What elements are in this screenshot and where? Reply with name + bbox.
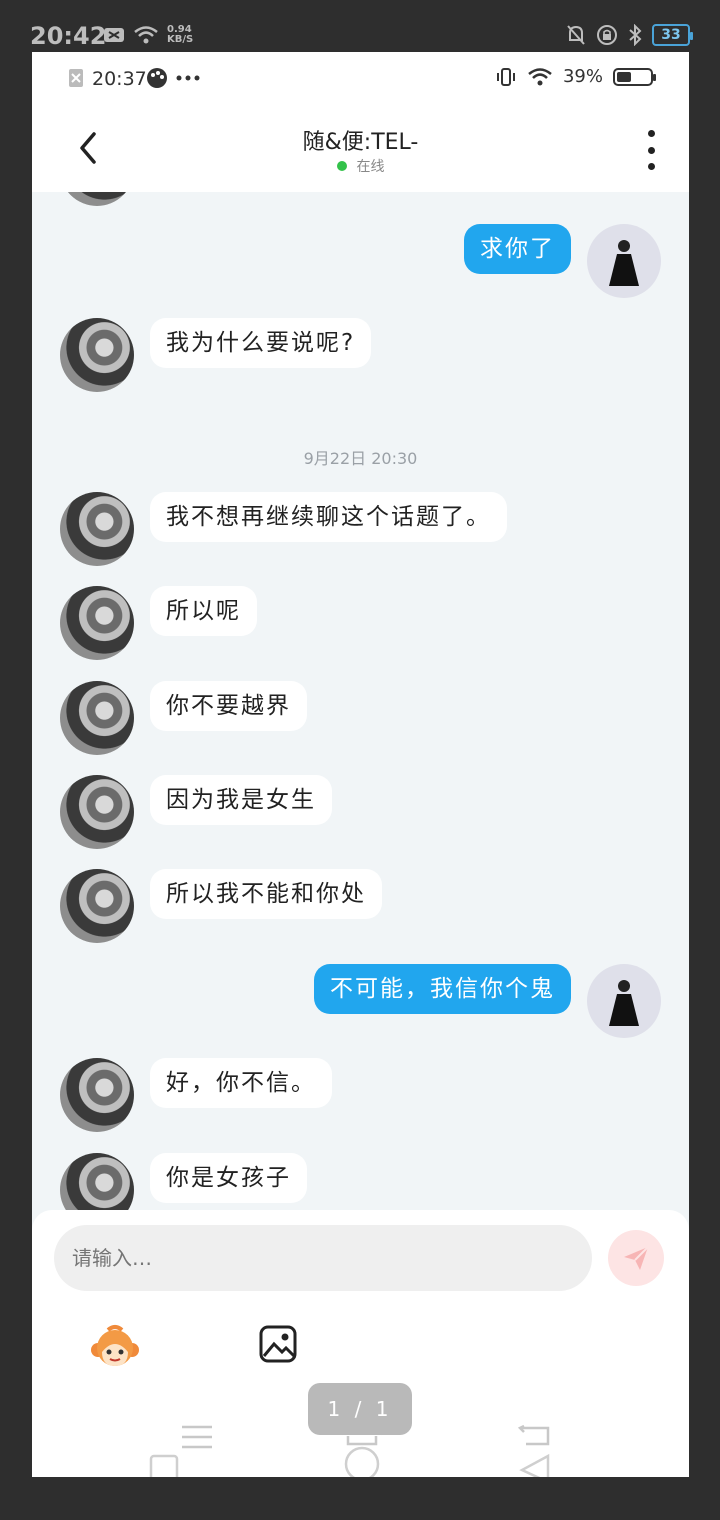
online-dot-icon xyxy=(336,161,347,171)
page-indicator: 1 / 1 xyxy=(308,1383,412,1435)
bluetooth-icon xyxy=(629,24,642,46)
outer-status-bar: 20:42 0.94 KB/S 33 xyxy=(0,0,720,52)
wifi-icon xyxy=(134,26,158,44)
palette-icon xyxy=(147,68,167,88)
vibrate-icon xyxy=(496,67,515,86)
inner-left-icons xyxy=(68,68,84,88)
message-timestamp: 9月22日 20:30 xyxy=(303,449,418,468)
back-nav-button[interactable] xyxy=(516,1424,552,1477)
avatar[interactable] xyxy=(587,224,661,298)
outer-right-icons: 33 xyxy=(566,24,693,46)
message-bubble-received[interactable]: 你是女孩子 xyxy=(150,1153,307,1203)
avatar[interactable] xyxy=(60,192,134,206)
message-bubble-sent[interactable]: 求你了 xyxy=(464,224,571,274)
battery-icon xyxy=(613,67,656,86)
message-bubble-received[interactable]: 我不想再继续聊这个话题了。 xyxy=(150,492,507,542)
message-bubble-received[interactable]: 所以我不能和你处 xyxy=(150,869,382,919)
avatar[interactable] xyxy=(60,492,134,566)
menu-button[interactable] xyxy=(180,1424,214,1454)
inner-status-bar: 20:37 39% xyxy=(32,52,689,104)
online-status-label: 在线 xyxy=(356,159,385,175)
avatar[interactable] xyxy=(60,869,134,943)
avatar[interactable] xyxy=(587,964,661,1038)
outer-battery: 33 xyxy=(652,24,693,46)
lock-rotation-icon xyxy=(597,25,617,45)
monkey-sticker-icon xyxy=(91,1325,139,1366)
net-speed: 0.94 KB/S xyxy=(167,25,193,45)
menu-icon xyxy=(182,1425,212,1449)
message-bubble-sent[interactable]: 不可能，我信你个鬼 xyxy=(314,964,571,1014)
avatar[interactable] xyxy=(60,1058,134,1132)
message-icon xyxy=(104,28,124,42)
battery-percent: 39% xyxy=(562,66,603,87)
chat-header: 随&便:TEL- 在线 xyxy=(32,104,689,192)
message-list[interactable]: 求你了 我为什么要说呢? 9月22日 20:30 我不想再继续聊这个话题了。 所… xyxy=(32,192,689,1210)
send-icon xyxy=(624,1246,649,1270)
avatar[interactable] xyxy=(60,318,134,392)
avatar[interactable] xyxy=(60,1153,134,1210)
avatar[interactable] xyxy=(60,681,134,755)
emoji-button[interactable] xyxy=(88,1322,142,1376)
avatar-figure-icon xyxy=(609,980,639,1026)
wifi-icon xyxy=(528,67,552,85)
online-status: 在线 xyxy=(32,156,689,176)
contact-name: 随&便:TEL- xyxy=(302,130,419,155)
send-button[interactable] xyxy=(608,1230,664,1286)
return-icon xyxy=(517,1424,550,1477)
more-dots-icon xyxy=(176,75,200,81)
more-options-button[interactable] xyxy=(641,130,661,170)
message-bubble-received[interactable]: 我为什么要说呢? xyxy=(150,318,372,368)
message-bubble-received[interactable]: 你不要越界 xyxy=(150,681,307,731)
square-icon xyxy=(149,1454,179,1477)
avatar-figure-icon xyxy=(609,240,639,286)
inner-right-icons: 39% xyxy=(495,66,656,87)
outer-clock: 20:42 xyxy=(30,22,107,50)
avatar[interactable] xyxy=(60,586,134,660)
message-bubble-received[interactable]: 好，你不信。 xyxy=(150,1058,332,1108)
inner-clock: 20:37 xyxy=(92,68,147,90)
image-button[interactable] xyxy=(258,1324,298,1364)
message-bubble-received[interactable]: 所以呢 xyxy=(150,586,257,636)
avatar[interactable] xyxy=(60,775,134,849)
image-icon xyxy=(259,1325,297,1363)
net-speed-unit: KB/S xyxy=(167,34,194,45)
message-bubble-received[interactable]: 因为我是女生 xyxy=(150,775,332,825)
notification-icon xyxy=(69,69,83,87)
message-input[interactable] xyxy=(54,1225,592,1291)
bell-off-icon xyxy=(567,25,585,45)
inner-left-icons-2 xyxy=(146,67,200,89)
phone-screen: 20:37 39% 随&便:TEL- 在线 求你了 我为什么要说呢? 9月22日… xyxy=(32,52,689,1477)
recent-apps-button[interactable] xyxy=(149,1454,179,1477)
outer-left-icons: 0.94 KB/S xyxy=(103,25,193,45)
